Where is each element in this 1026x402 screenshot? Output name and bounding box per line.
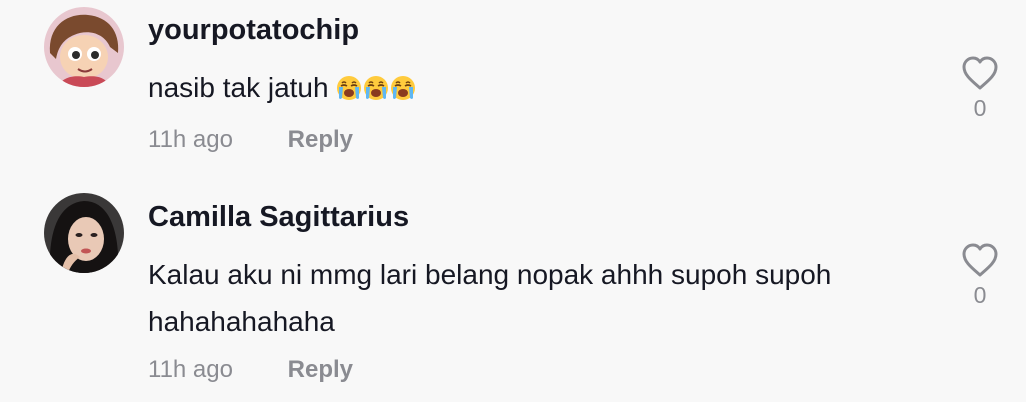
loudly-crying-face-icon bbox=[364, 76, 389, 100]
reply-button[interactable]: Reply bbox=[288, 356, 353, 384]
comment-text: nasib tak jatuh bbox=[148, 64, 928, 111]
reply-button[interactable]: Reply bbox=[288, 126, 353, 154]
comment-timestamp: 11h ago bbox=[148, 356, 233, 383]
heart-outline-icon[interactable] bbox=[960, 55, 1000, 91]
username[interactable]: Camilla Sagittarius bbox=[148, 201, 409, 234]
avatar[interactable] bbox=[44, 7, 124, 87]
comment-timestamp: 11h ago bbox=[148, 126, 233, 153]
comment-meta: 11h ago Reply bbox=[148, 126, 353, 154]
comment-text: Kalau aku ni mmg lari belang nopak ahhh … bbox=[148, 259, 832, 337]
like-count: 0 bbox=[973, 282, 987, 308]
like-button[interactable]: 0 bbox=[958, 55, 1002, 122]
heart-outline-icon[interactable] bbox=[960, 242, 1000, 278]
emoji-group bbox=[336, 72, 417, 103]
comment-item: yourpotatochip nasib tak jatuh 11h ago R… bbox=[0, 0, 1026, 185]
comment-meta: 11h ago Reply bbox=[148, 356, 353, 384]
loudly-crying-face-icon bbox=[391, 76, 416, 100]
comment-item: Camilla Sagittarius Kalau aku ni mmg lar… bbox=[0, 185, 1026, 402]
like-button[interactable]: 0 bbox=[958, 242, 1002, 309]
avatar[interactable] bbox=[44, 193, 124, 273]
username[interactable]: yourpotatochip bbox=[148, 14, 359, 47]
loudly-crying-face-icon bbox=[337, 76, 362, 100]
comment-text-content: nasib tak jatuh bbox=[148, 72, 329, 103]
like-count: 0 bbox=[973, 95, 987, 121]
